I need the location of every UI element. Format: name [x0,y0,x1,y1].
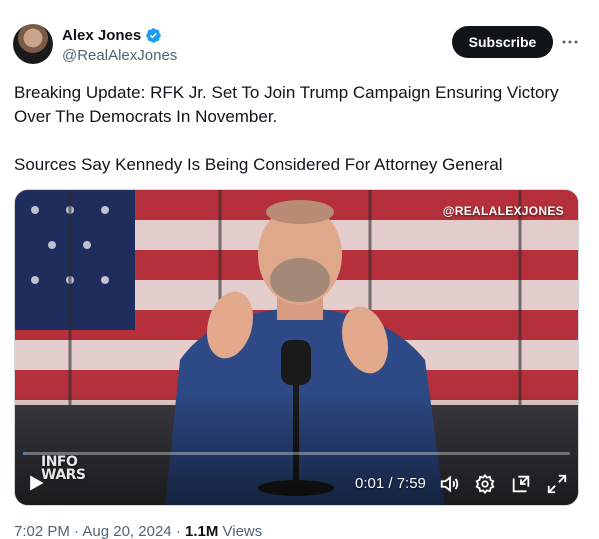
views-count: 1.1M [184,523,219,539]
video-time: 0:01 / 7:59 [355,475,426,492]
avatar[interactable] [13,24,53,64]
video-player[interactable]: @REALALEXJONES INFO WARS 0:01 / 7:59 [14,189,579,506]
author-display-name[interactable]: Alex Jones [62,27,141,44]
volume-icon[interactable] [439,473,461,495]
video-watermark: @REALALEXJONES [442,204,564,218]
tweet-card: Alex Jones @RealAlexJones Subscribe Brea… [0,0,599,539]
fullscreen-icon[interactable] [546,473,568,495]
tweet-date[interactable]: Aug 20, 2024 [82,523,171,539]
separator: · [175,523,181,539]
video-progress-bar[interactable] [23,452,570,455]
tweet-time[interactable]: 7:02 PM [14,523,70,539]
video-progress-fill [23,452,26,455]
tweet-text-line: Breaking Update: RFK Jr. Set To Join Tru… [14,83,559,102]
author-name-row: Alex Jones [62,27,162,44]
verified-badge-icon [146,28,161,43]
tweet-text-line: Sources Say Kennedy Is Being Considered … [14,155,503,174]
video-frame [15,190,578,505]
tweet-text: Breaking Update: RFK Jr. Set To Join Tru… [14,81,584,177]
tweet-meta: 7:02 PM · Aug 20, 2024 · 1.1M Views [14,523,262,539]
subscribe-button[interactable]: Subscribe [452,26,553,58]
logo-text: WARS [41,467,86,483]
infowars-logo: INFO WARS [41,455,86,483]
tweet-text-line: Over The Democrats In November. [14,107,278,126]
pip-icon[interactable] [510,473,532,495]
settings-gear-icon[interactable] [474,473,496,495]
play-icon[interactable] [26,473,46,493]
views-label: Views [222,523,263,539]
author-handle[interactable]: @RealAlexJones [62,47,177,64]
more-horizontal-icon[interactable] [561,33,579,51]
separator: · [74,523,80,539]
